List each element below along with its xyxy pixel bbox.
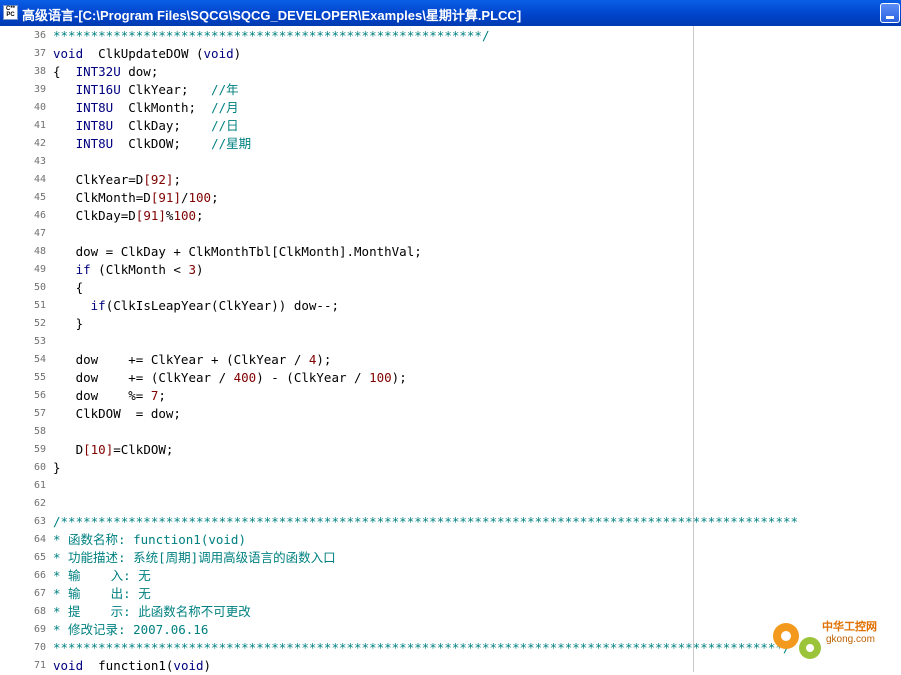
line-number: 43 — [33, 156, 46, 167]
line-number: 66 — [33, 570, 46, 581]
code-line[interactable]: ****************************************… — [53, 27, 490, 45]
line-number: 59 — [33, 444, 46, 455]
line-number: 46 — [33, 210, 46, 221]
code-line[interactable]: } — [53, 459, 61, 477]
line-number: 55 — [33, 372, 46, 383]
line-number: 42 — [33, 138, 46, 149]
code-line[interactable]: if(ClkIsLeapYear(ClkYear)) dow--; — [53, 297, 339, 315]
code-line[interactable]: INT8U ClkMonth; //月 — [53, 99, 239, 117]
line-number: 63 — [33, 516, 46, 527]
code-line[interactable]: } — [53, 315, 84, 333]
line-number: 69 — [33, 624, 46, 635]
line-number: 67 — [33, 588, 46, 599]
code-line[interactable]: * 函数名称: function1(void) — [53, 531, 246, 549]
line-number: 49 — [33, 264, 46, 275]
line-number: 70 — [33, 642, 46, 653]
code-line[interactable]: ClkDay=D[91]%100; — [53, 207, 204, 225]
line-number: 40 — [33, 102, 46, 113]
code-line[interactable]: * 输 入: 无 — [53, 567, 151, 585]
line-number: 56 — [33, 390, 46, 401]
code-line[interactable]: dow = ClkDay + ClkMonthTbl[ClkMonth].Mon… — [53, 243, 422, 261]
line-number: 57 — [33, 408, 46, 419]
code-line[interactable]: ****************************************… — [53, 639, 791, 657]
line-number: 53 — [33, 336, 46, 347]
line-number: 71 — [33, 660, 46, 671]
title-bar[interactable]: C** PC 高级语言-[C:\Program Files\SQCG\SQCG_D… — [0, 0, 901, 26]
code-line[interactable]: dow %= 7; — [53, 387, 166, 405]
line-number: 44 — [33, 174, 46, 185]
line-number: 68 — [33, 606, 46, 617]
code-line[interactable]: { — [53, 279, 84, 297]
code-line[interactable]: D[10]=ClkDOW; — [53, 441, 174, 459]
code-line[interactable]: ClkYear=D[92]; — [53, 171, 181, 189]
line-number: 51 — [33, 300, 46, 311]
code-line[interactable]: * 提 示: 此函数名称不可更改 — [53, 603, 251, 621]
line-number: 50 — [33, 282, 46, 293]
code-editor[interactable]: 36 **************************************… — [0, 26, 901, 675]
code-line[interactable]: dow += ClkYear + (ClkYear / 4); — [53, 351, 332, 369]
code-line[interactable]: INT16U ClkYear; //年 — [53, 81, 239, 99]
line-number: 45 — [33, 192, 46, 203]
line-number: 41 — [33, 120, 46, 131]
gear-icon — [773, 623, 821, 659]
line-number: 58 — [33, 426, 46, 437]
window-title: 高级语言-[C:\Program Files\SQCG\SQCG_DEVELOP… — [22, 8, 522, 23]
code-line[interactable]: * 修改记录: 2007.06.16 — [53, 621, 208, 639]
code-line[interactable]: { INT32U dow; — [53, 63, 158, 81]
code-line[interactable]: * 功能描述: 系统[周期]调用高级语言的函数入口 — [53, 549, 336, 567]
app-icon[interactable]: C** PC — [3, 5, 18, 20]
code-line[interactable]: ClkDOW = dow; — [53, 405, 181, 423]
line-number: 36 — [33, 30, 46, 41]
watermark-text: 中华工控网 — [822, 621, 877, 633]
code-line[interactable]: * 输 出: 无 — [53, 585, 151, 603]
line-number: 38 — [33, 66, 46, 77]
line-number: 62 — [33, 498, 46, 509]
code-line[interactable]: /***************************************… — [53, 513, 798, 531]
line-number: 61 — [33, 480, 46, 491]
code-line[interactable]: INT8U ClkDay; //日 — [53, 117, 239, 135]
line-number: 37 — [33, 48, 46, 59]
line-number: 64 — [33, 534, 46, 545]
line-number: 52 — [33, 318, 46, 329]
line-number: 47 — [33, 228, 46, 239]
code-line[interactable]: void function1(void) — [53, 657, 211, 675]
code-line[interactable]: INT8U ClkDOW; //星期 — [53, 135, 252, 153]
code-line[interactable]: dow += (ClkYear / 400) - (ClkYear / 100)… — [53, 369, 407, 387]
line-number: 65 — [33, 552, 46, 563]
code-line[interactable]: ClkMonth=D[91]/100; — [53, 189, 219, 207]
line-number: 54 — [33, 354, 46, 365]
watermark-url: gkong.com — [826, 634, 875, 645]
line-number: 39 — [33, 84, 46, 95]
right-margin-line — [693, 26, 694, 672]
code-line[interactable]: void ClkUpdateDOW (void) — [53, 45, 241, 63]
line-number: 48 — [33, 246, 46, 257]
line-number: 60 — [33, 462, 46, 473]
code-line[interactable]: if (ClkMonth < 3) — [53, 261, 204, 279]
minimize-button[interactable] — [880, 3, 900, 23]
gkong-watermark: 中华工控网 gkong.com — [766, 612, 896, 668]
